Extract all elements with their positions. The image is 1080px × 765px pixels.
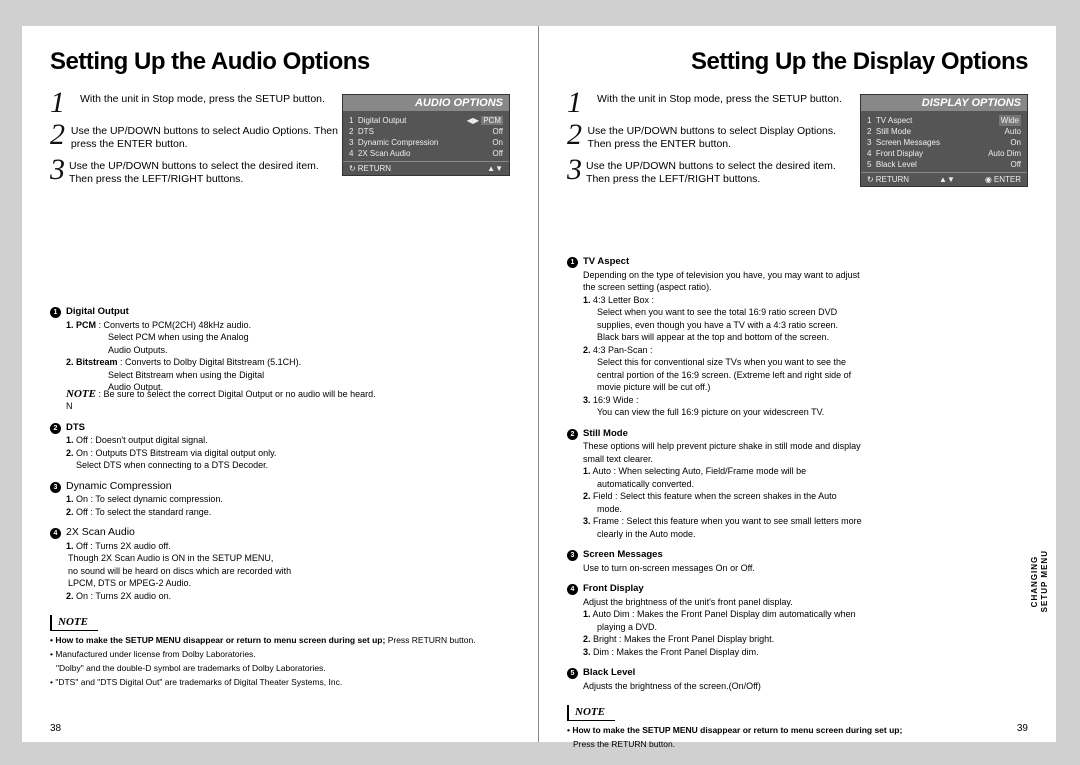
osd-row: 3 Dynamic CompressionOn [349, 137, 503, 148]
osd-row: 5 Black LevelOff [867, 159, 1021, 170]
steps-list: 1With the unit in Stop mode, press the S… [50, 90, 340, 186]
step: 2Use the UP/DOWN buttons to select Displ… [567, 122, 857, 151]
osd-row: 3 Screen MessagesOn [867, 137, 1021, 148]
item-head: Front Display [583, 583, 1028, 595]
bullet-1-icon: 1 [50, 307, 61, 318]
notes: • How to make the SETUP MENU disappear o… [50, 635, 510, 688]
note-inline: NOTE [66, 388, 96, 400]
bullet-3-icon: 3 [50, 482, 61, 493]
osd-row: 1 Digital Output◀▶ PCM [349, 115, 503, 126]
detail-item: 2 Still Mode These options will help pre… [567, 428, 1028, 542]
item-head: TV Aspect [583, 256, 1028, 268]
return-icon: ↻ RETURN [867, 175, 909, 184]
step: 1With the unit in Stop mode, press the S… [567, 90, 857, 116]
item-head: Black Level [583, 667, 1028, 679]
step: 3Use the UP/DOWN buttons to select the d… [50, 157, 340, 186]
osd-body: 1 Digital Output◀▶ PCM 2 DTSOff 3 Dynami… [343, 111, 509, 161]
note-line: • "DTS" and "DTS Digital Out" are tradem… [50, 677, 510, 688]
note-line: • How to make the SETUP MENU disappear o… [50, 635, 510, 646]
osd-row: 2 DTSOff [349, 126, 503, 137]
note-box: NOTE [50, 615, 98, 631]
detail-item: 1 Digital Output 1. PCM : Converts to PC… [50, 306, 510, 414]
bullet-5-icon: 5 [567, 668, 578, 679]
bullet-1-icon: 1 [567, 257, 578, 268]
side-tab: CHANGINGSETUP MENU [1030, 550, 1050, 612]
osd-display-options: DISPLAY OPTIONS 1 TV AspectWide 2 Still … [860, 94, 1028, 187]
osd-body: 1 TV AspectWide 2 Still ModeAuto 3 Scree… [861, 111, 1027, 172]
step: 3Use the UP/DOWN buttons to select the d… [567, 157, 857, 186]
detail-item: 3 Screen Messages Use to turn on-screen … [567, 549, 1028, 575]
item-head: Screen Messages [583, 549, 1028, 561]
page-right: Setting Up the Display Options 1With the… [539, 26, 1056, 742]
item-head: Still Mode [583, 428, 1028, 440]
notes: • How to make the SETUP MENU disappear o… [567, 725, 1028, 750]
bullet-2-icon: 2 [50, 423, 61, 434]
osd-footer: ↻ RETURN ▲▼ [343, 161, 509, 175]
page-number: 38 [50, 723, 61, 734]
bullet-4-icon: 4 [567, 584, 578, 595]
detail-item: 4 Front Display Adjust the brightness of… [567, 583, 1028, 659]
bullet-2-icon: 2 [567, 429, 578, 440]
osd-row: 1 TV AspectWide [867, 115, 1021, 126]
osd-row: 4 Front DisplayAuto Dim [867, 148, 1021, 159]
detail-item: 2 DTS 1. Off : Doesn't output digital si… [50, 422, 510, 473]
bullet-4-icon: 4 [50, 528, 61, 539]
osd-title: DISPLAY OPTIONS [861, 95, 1027, 111]
detail-item: 3 Dynamic Compression 1. On : To select … [50, 481, 510, 520]
item-head: Digital Output [66, 306, 510, 318]
osd-row: 2 Still ModeAuto [867, 126, 1021, 137]
item-head: 2X Scan Audio [66, 527, 510, 539]
return-icon: ↻ RETURN [349, 164, 391, 173]
page-title: Setting Up the Audio Options [50, 48, 510, 76]
enter-icon: ◉ ENTER [985, 175, 1021, 184]
note-box: NOTE [567, 705, 615, 721]
page-title: Setting Up the Display Options [567, 48, 1028, 76]
note-line: Press the RETURN button. [567, 739, 1028, 750]
steps-list: 1With the unit in Stop mode, press the S… [567, 90, 857, 186]
page-spread: Setting Up the Audio Options 1With the u… [22, 26, 1056, 742]
nav-arrows-icon: ▲▼ [487, 164, 503, 173]
page-left: Setting Up the Audio Options 1With the u… [22, 26, 539, 742]
note-line: • How to make the SETUP MENU disappear o… [567, 725, 1028, 736]
osd-footer: ↻ RETURN ▲▼ ◉ ENTER [861, 172, 1027, 186]
item-head: Dynamic Compression [66, 481, 510, 493]
details: 1 TV Aspect Depending on the type of tel… [567, 256, 1028, 693]
item-head: DTS [66, 422, 510, 434]
step: 1With the unit in Stop mode, press the S… [50, 90, 340, 116]
detail-item: 4 2X Scan Audio 1. Off : Turns 2X audio … [50, 527, 510, 603]
details: 1 Digital Output 1. PCM : Converts to PC… [50, 306, 510, 603]
nav-arrows-icon: ▲▼ [939, 175, 955, 184]
note-line: • Manufactured under license from Dolby … [50, 649, 510, 660]
detail-item: 1 TV Aspect Depending on the type of tel… [567, 256, 1028, 420]
osd-audio-options: AUDIO OPTIONS 1 Digital Output◀▶ PCM 2 D… [342, 94, 510, 176]
note-line: "Dolby" and the double-D symbol are trad… [50, 663, 510, 674]
detail-item: 5 Black Level Adjusts the brightness of … [567, 667, 1028, 693]
page-number: 39 [1017, 723, 1028, 734]
step: 2Use the UP/DOWN buttons to select Audio… [50, 122, 340, 151]
osd-title: AUDIO OPTIONS [343, 95, 509, 111]
osd-row: 4 2X Scan AudioOff [349, 148, 503, 159]
bullet-3-icon: 3 [567, 550, 578, 561]
